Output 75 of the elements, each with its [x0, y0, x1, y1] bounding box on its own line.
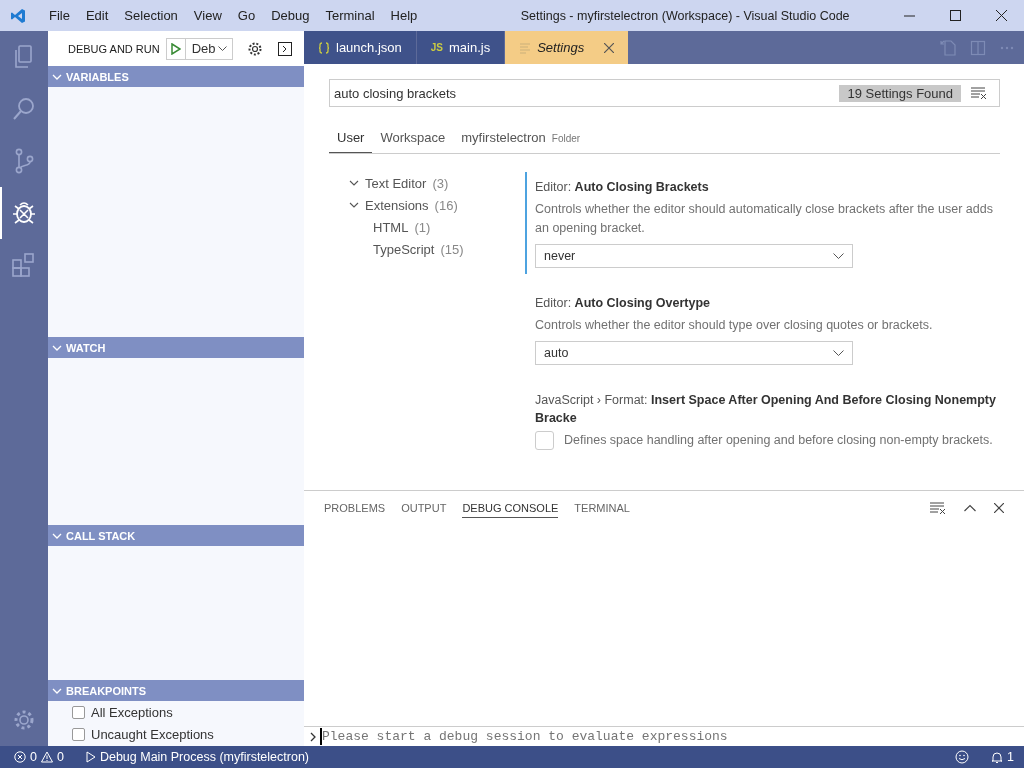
- toc-count: (16): [434, 197, 458, 213]
- caret-icon: [833, 252, 844, 260]
- setting-dropdown[interactable]: never: [535, 244, 853, 268]
- menu-item[interactable]: Selection: [117, 8, 185, 23]
- panel-tab[interactable]: TERMINAL: [574, 498, 630, 518]
- breakpoint-label: All Exceptions: [91, 704, 173, 720]
- editor-tab[interactable]: JS main.js: [416, 31, 506, 64]
- setting-title: Editor: Auto Closing Overtype: [535, 295, 712, 312]
- editor-tab[interactable]: launch.json: [304, 31, 417, 64]
- toc-item[interactable]: Extensions: [365, 197, 429, 213]
- setting-description: Controls whether the editor should automatically close brackets after the user adds an opening bracket.: [535, 201, 994, 237]
- toc-count: (3): [432, 175, 449, 191]
- play-icon[interactable]: [170, 42, 181, 55]
- setting-title: JavaScript › Format: Insert Space After Opening And Before Closing Nonempty Bracke: [535, 392, 997, 427]
- close-icon[interactable]: [604, 42, 615, 53]
- scope-tab[interactable]: User: [329, 130, 373, 153]
- setting-title: Editor: Auto Closing Brackets: [535, 179, 710, 196]
- app-logo-icon: [10, 7, 26, 24]
- configuration-dropdown[interactable]: Deb: [165, 37, 233, 60]
- window-title: Settings - myfirstelectron (Workspace) - Visual Studio Code: [519, 8, 851, 23]
- panel-tab[interactable]: DEBUG CONSOLE: [462, 498, 559, 518]
- toc-item[interactable]: Text Editor: [365, 175, 427, 191]
- maximize-panel-icon[interactable]: [964, 504, 976, 512]
- caret-icon: [217, 45, 227, 52]
- editor-tab[interactable]: Settings: [505, 31, 630, 64]
- play-icon: [85, 751, 96, 763]
- smiley-icon[interactable]: [955, 750, 970, 764]
- checkbox[interactable]: [72, 727, 85, 741]
- toc-count: (15): [440, 241, 464, 257]
- setting-description: Defines space handling after opening and before closing non-empty brackets.: [564, 432, 993, 449]
- scope-label: myfirstelectron: [461, 130, 546, 145]
- setting-description: Controls whether the editor should type over closing quotes or brackets.: [535, 317, 934, 334]
- setting-dropdown[interactable]: auto: [535, 341, 853, 365]
- toc-count: (1): [414, 219, 431, 235]
- maximize-icon: [949, 10, 961, 21]
- menu-item[interactable]: Debug: [264, 8, 317, 23]
- search-field[interactable]: auto closing brackets 19 Settings Found: [329, 79, 1000, 107]
- prompt-icon: [310, 731, 316, 742]
- launch-status[interactable]: Debug Main Process (myfirstelectron): [85, 750, 309, 764]
- chevron-icon[interactable]: [349, 178, 359, 188]
- toc-item[interactable]: HTML: [373, 219, 409, 235]
- panel-tab[interactable]: OUTPUT: [401, 498, 447, 518]
- close-icon[interactable]: [994, 503, 1004, 513]
- problems-status[interactable]: 0 0: [14, 750, 64, 764]
- caret-icon: [833, 349, 844, 357]
- warning-icon: [40, 751, 53, 763]
- scope-tab[interactable]: Workspace: [372, 130, 454, 153]
- clear-filter-icon[interactable]: [971, 87, 987, 99]
- menu-item[interactable]: Edit: [78, 8, 116, 23]
- chevron-icon[interactable]: [349, 200, 359, 210]
- search-input[interactable]: auto closing brackets: [330, 84, 840, 102]
- scope-hint: Folder: [551, 133, 581, 144]
- close-icon: [995, 10, 1007, 21]
- breakpoint-label: Uncaught Exceptions: [91, 726, 214, 742]
- settings-icon[interactable]: [246, 40, 263, 57]
- menu-item[interactable]: Go: [230, 8, 263, 23]
- terminal-icon[interactable]: [276, 40, 293, 57]
- toc-item[interactable]: TypeScript: [373, 241, 435, 257]
- checkbox[interactable]: [535, 431, 554, 450]
- checkbox[interactable]: [72, 705, 85, 719]
- menu-item[interactable]: View: [186, 8, 229, 23]
- menu-item[interactable]: Terminal: [318, 8, 382, 23]
- sidebar-title: DEBUG AND RUN: [68, 42, 160, 55]
- clear-console-icon[interactable]: [930, 502, 946, 514]
- panel-tab[interactable]: PROBLEMS: [324, 498, 386, 518]
- menu-item[interactable]: File: [42, 8, 77, 23]
- menu-item[interactable]: Help: [383, 8, 425, 23]
- error-icon: [14, 751, 26, 763]
- braces-icon: [318, 41, 330, 54]
- notifications-status[interactable]: 1: [991, 750, 1014, 764]
- js-icon: JS: [430, 42, 443, 53]
- bell-icon: [991, 750, 1004, 764]
- scope-tab[interactable]: myfirstelectron Folder: [453, 130, 589, 153]
- results-badge: 19 Settings Found: [839, 84, 961, 102]
- bug-icon[interactable]: [10, 199, 38, 227]
